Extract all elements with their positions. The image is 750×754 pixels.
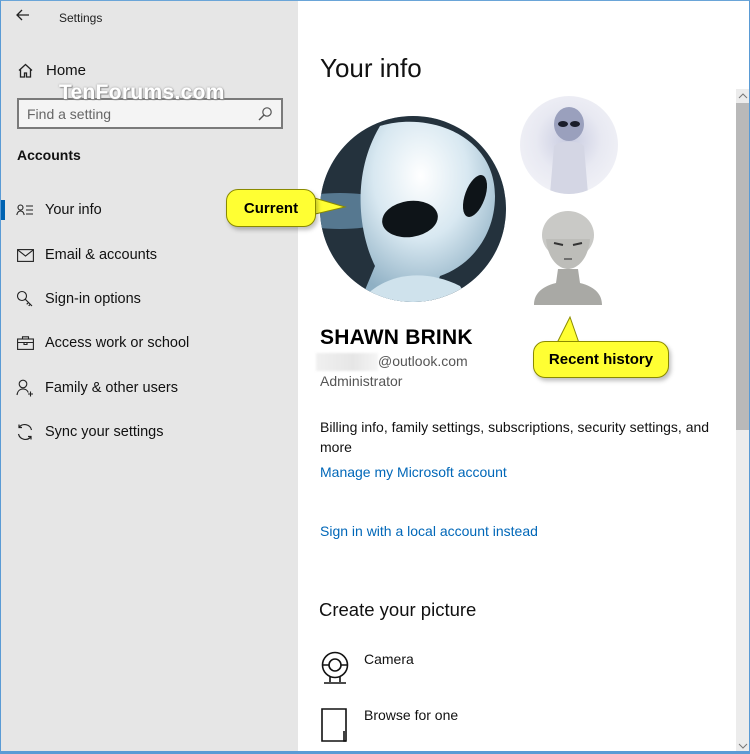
camera-option[interactable]: Camera [320, 651, 620, 695]
camera-icon [321, 651, 349, 684]
callout-current-tail [311, 196, 347, 216]
vertical-scrollbar[interactable] [736, 89, 749, 753]
sidebar-home[interactable]: Home [17, 59, 86, 81]
browse-option[interactable]: Browse for one [320, 707, 620, 751]
sidebar-item-family-other-users[interactable]: Family & other users [1, 368, 298, 408]
sidebar-item-label: Access work or school [45, 335, 190, 351]
alien-avatar-icon [320, 116, 506, 302]
scroll-up-button[interactable] [736, 89, 749, 103]
briefcase-icon [16, 334, 34, 352]
recent-picture-2[interactable] [530, 209, 610, 305]
page-title: Your info [320, 53, 422, 83]
sync-icon [16, 423, 34, 441]
key-icon [16, 290, 34, 308]
home-icon [18, 63, 33, 78]
current-callout: Current [226, 189, 316, 227]
section-title: Accounts [17, 147, 81, 163]
camera-label: Camera [364, 651, 414, 667]
sidebar-item-sign-in-options[interactable]: Sign-in options [1, 279, 298, 319]
contact-info-icon [16, 201, 34, 219]
chevron-up-icon [738, 93, 748, 99]
recent-picture-1[interactable] [520, 96, 618, 194]
browse-label: Browse for one [364, 707, 459, 723]
scroll-thumb[interactable] [736, 103, 749, 430]
local-account-link[interactable]: Sign in with a local account instead [320, 523, 538, 539]
add-person-icon [16, 379, 34, 397]
recent-history-callout: Recent history [533, 341, 669, 378]
user-name: SHAWN BRINK [320, 326, 473, 349]
back-arrow-icon [16, 9, 29, 21]
sidebar-item-label: Your info [45, 202, 102, 218]
mail-icon [16, 246, 34, 264]
search-icon[interactable] [257, 106, 273, 122]
sidebar: Settings Home Accounts Your info Email &… [1, 1, 298, 753]
user-email: @outlook.com [378, 353, 468, 369]
window-bottom-border [1, 751, 749, 753]
billing-description: Billing info, family settings, subscript… [320, 419, 710, 455]
manage-account-link[interactable]: Manage my Microsoft account [320, 464, 507, 480]
sidebar-item-label: Sign-in options [45, 291, 141, 307]
user-role: Administrator [320, 373, 403, 389]
settings-window: Settings Home Accounts Your info Email &… [0, 0, 750, 754]
main-content: Your info SHAWN BRINK @outlook.com Admin… [298, 1, 749, 753]
alien-figure-icon [550, 107, 588, 194]
email-redaction [316, 353, 378, 371]
sidebar-item-email-accounts[interactable]: Email & accounts [1, 235, 298, 275]
window-title: Settings [59, 11, 103, 25]
sidebar-item-label: Email & accounts [45, 247, 158, 263]
watermark: TenForums.com [59, 81, 225, 104]
current-picture [320, 116, 506, 302]
sidebar-item-label: Sync your settings [45, 424, 164, 440]
sidebar-item-label: Family & other users [45, 380, 178, 396]
back-button[interactable] [15, 7, 35, 27]
browse-file-icon [321, 708, 347, 742]
search-input[interactable] [27, 105, 257, 122]
home-label: Home [46, 61, 87, 79]
create-picture-heading: Create your picture [319, 599, 477, 620]
alien-bust-icon [534, 211, 602, 305]
sidebar-item-access-work-school[interactable]: Access work or school [1, 323, 298, 363]
sidebar-item-sync-settings[interactable]: Sync your settings [1, 412, 298, 452]
chevron-down-icon [738, 743, 748, 749]
